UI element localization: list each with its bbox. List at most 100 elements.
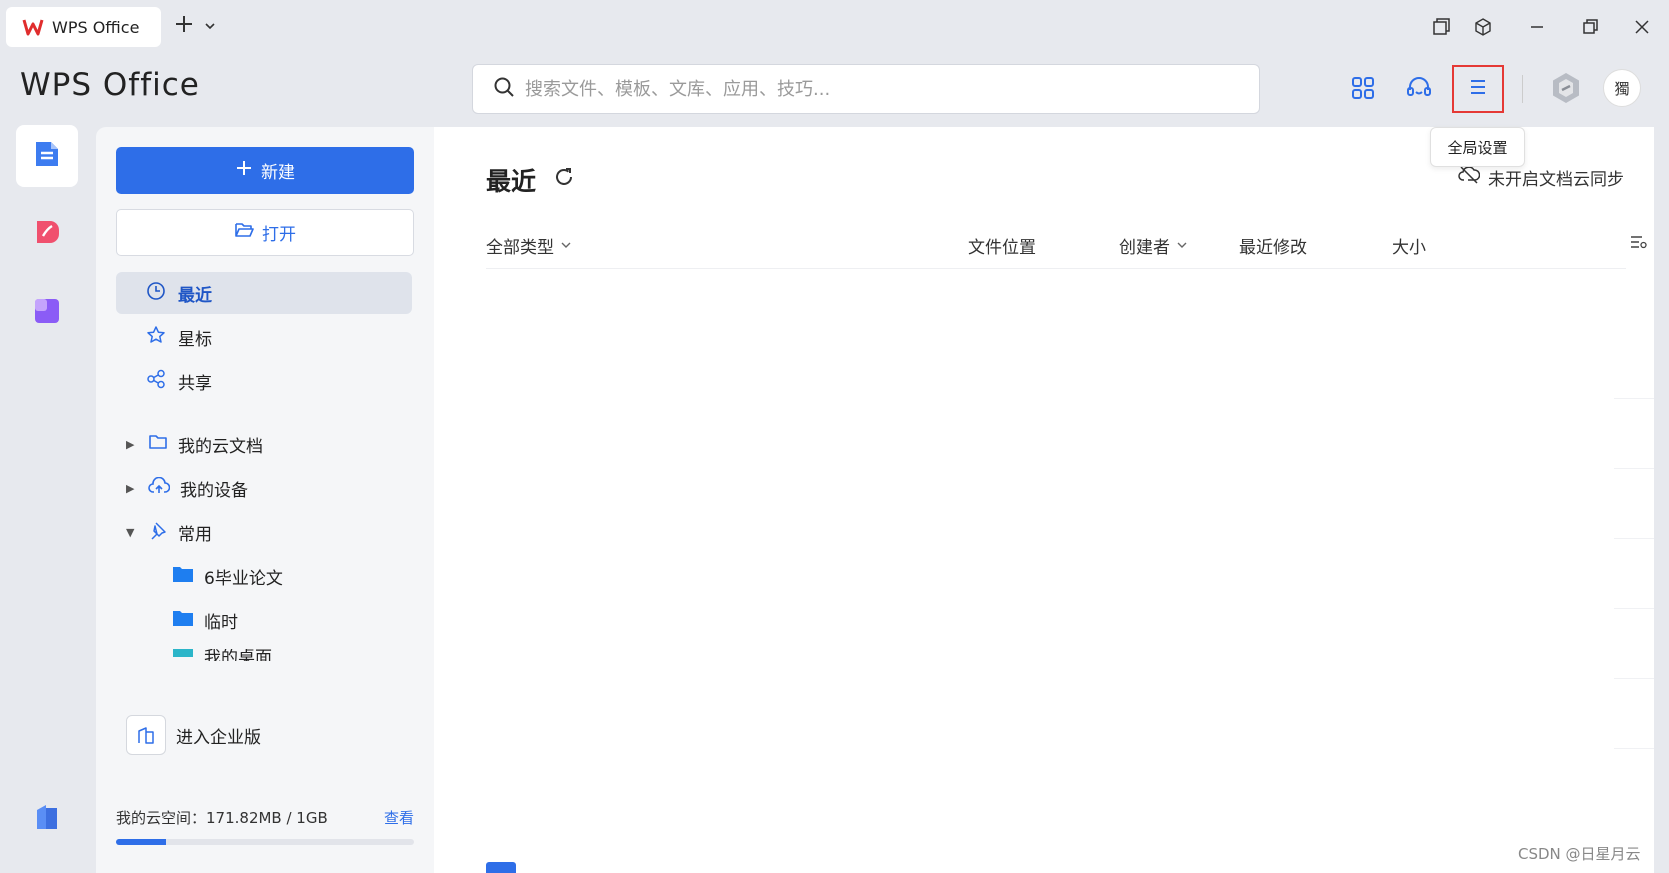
column-modified[interactable]: 最近修改: [1239, 233, 1307, 258]
cube-icon[interactable]: [1468, 12, 1498, 42]
chevron-down-icon[interactable]: [204, 17, 216, 36]
caret-right-icon[interactable]: ▶: [126, 482, 138, 495]
cloud-off-icon: [1458, 165, 1481, 190]
global-settings-button[interactable]: [1452, 65, 1504, 113]
hamburger-menu-icon: [1467, 76, 1489, 102]
enterprise-label: 进入企业版: [176, 727, 261, 748]
watermark: CSDN @日星月云: [1518, 845, 1641, 863]
cloud-space-view-link[interactable]: 查看: [384, 807, 414, 828]
cloud-space-info: 我的云空间：171.82MB / 1GB 查看: [116, 807, 414, 828]
folder-graduation-thesis[interactable]: 6毕业论文: [172, 564, 283, 589]
chevron-down-icon: [560, 236, 572, 256]
tree-my-cloud-docs[interactable]: ▶ 我的云文档: [126, 432, 263, 457]
rail-apps[interactable]: [16, 282, 78, 344]
apps-square-icon: [32, 296, 62, 330]
folder-open-icon: [234, 221, 254, 244]
rail-docs[interactable]: [16, 125, 78, 187]
desktop-icon: [172, 649, 194, 661]
row-divider: [1614, 398, 1654, 399]
row-divider: [1614, 538, 1654, 539]
tab-label: WPS Office: [52, 17, 140, 37]
folder-temp[interactable]: 临时: [172, 608, 238, 633]
row-divider: [1614, 748, 1654, 749]
refresh-icon[interactable]: [550, 163, 578, 191]
folder-label: 6毕业论文: [204, 569, 283, 589]
wps-logo-icon: [22, 16, 44, 38]
folder-my-desktop[interactable]: 我的桌面: [172, 649, 272, 661]
column-filter-type[interactable]: 全部类型: [486, 233, 572, 258]
window-restore-icon[interactable]: [1426, 12, 1456, 42]
row-divider: [1614, 468, 1654, 469]
folder-icon: [172, 565, 194, 588]
maximize-icon[interactable]: [1575, 12, 1605, 42]
document-app-icon: [32, 139, 62, 173]
support-headset-icon[interactable]: [1399, 68, 1439, 108]
row-divider: [1614, 608, 1654, 609]
add-tab-icon[interactable]: [174, 12, 194, 40]
enterprise-building-icon: [126, 715, 166, 755]
avatar[interactable]: 獨: [1603, 69, 1641, 107]
word-doc-icon: [486, 862, 516, 873]
tree-label: 我的设备: [180, 481, 248, 501]
star-icon: [146, 325, 166, 350]
nav-label: 最近: [178, 285, 212, 306]
brand-logo-text: WPS Office: [20, 67, 200, 103]
cloud-sync-status[interactable]: 未开启文档云同步: [1458, 165, 1624, 190]
clock-icon: [146, 281, 166, 306]
column-label: 文件位置: [968, 238, 1036, 258]
column-label: 大小: [1392, 238, 1426, 258]
row-divider: [1614, 678, 1654, 679]
cloud-space-progress: [116, 839, 414, 845]
nav-recent[interactable]: 最近: [116, 272, 412, 314]
close-icon[interactable]: [1627, 12, 1657, 42]
column-size[interactable]: 大小: [1392, 233, 1426, 258]
header-divider-line: [486, 268, 1626, 269]
bookmark-app-icon: [32, 802, 62, 836]
cloud-space-label: 我的云空间：171.82MB / 1GB: [116, 809, 328, 827]
folder-label: 临时: [204, 613, 238, 633]
search-icon: [493, 76, 515, 102]
share-icon: [146, 369, 166, 394]
column-label: 创建者: [1119, 238, 1170, 258]
pin-icon: [148, 520, 168, 545]
minimize-icon[interactable]: [1522, 12, 1552, 42]
page-title: 最近: [486, 167, 537, 196]
column-filter-creator[interactable]: 创建者: [1119, 233, 1188, 258]
new-button[interactable]: 新建: [116, 147, 414, 194]
cloud-upload-icon: [148, 476, 171, 500]
cloud-space-progress-fill: [116, 839, 167, 845]
column-label: 全部类型: [486, 238, 554, 258]
tooltip-global-settings: 全局设置: [1430, 127, 1525, 167]
file-row-partial[interactable]: [486, 862, 1626, 873]
column-settings-icon[interactable]: [1630, 233, 1648, 251]
title-bar: WPS Office: [0, 0, 1669, 52]
tab-wps-office[interactable]: WPS Office: [6, 7, 161, 47]
search-bar[interactable]: [472, 64, 1260, 114]
caret-right-icon[interactable]: ▶: [126, 438, 138, 451]
new-tab-controls: [174, 12, 216, 40]
rail-bottom[interactable]: [16, 788, 78, 850]
search-input[interactable]: [525, 78, 1225, 100]
enterprise-entry[interactable]: 进入企业版: [126, 713, 386, 757]
column-label: 最近修改: [1239, 238, 1307, 258]
nav-starred[interactable]: 星标: [116, 316, 412, 358]
caret-down-icon[interactable]: ▼: [126, 526, 138, 539]
tree-common[interactable]: ▼ 常用: [126, 520, 212, 545]
open-button[interactable]: 打开: [116, 209, 414, 256]
tree-label: 我的云文档: [178, 437, 263, 457]
pdf-app-icon: [32, 217, 62, 251]
column-location[interactable]: 文件位置: [968, 233, 1036, 258]
rail-pdf[interactable]: [16, 203, 78, 265]
chevron-down-icon: [1176, 236, 1188, 256]
nav-label: 星标: [178, 329, 212, 350]
folder-label: 我的桌面: [204, 649, 272, 661]
open-button-label: 打开: [262, 225, 296, 245]
apps-grid-icon[interactable]: [1343, 68, 1383, 108]
new-button-label: 新建: [261, 163, 295, 183]
nav-label: 共享: [178, 373, 212, 394]
tree-my-devices[interactable]: ▶ 我的设备: [126, 476, 248, 501]
membership-badge-icon[interactable]: [1546, 68, 1586, 108]
plus-icon: [235, 159, 253, 182]
tree-label: 常用: [178, 525, 212, 545]
nav-shared[interactable]: 共享: [116, 360, 412, 402]
